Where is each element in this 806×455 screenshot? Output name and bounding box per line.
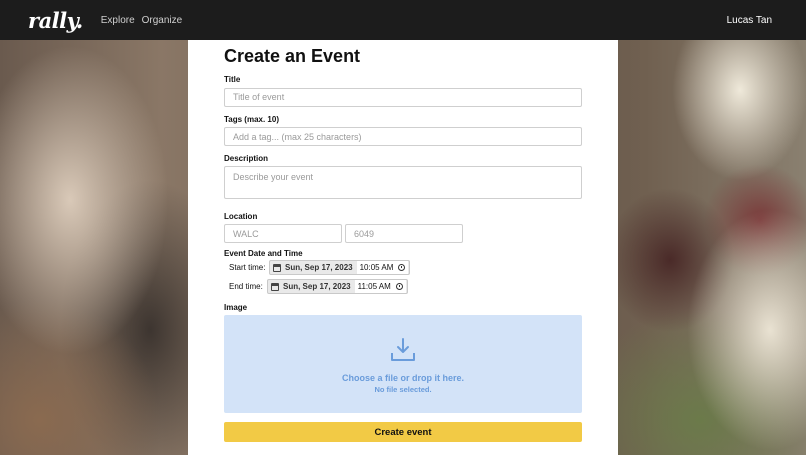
image-dropzone[interactable]: Choose a file or drop it here. No file s… — [224, 315, 582, 413]
start-datetime-picker[interactable]: Sun, Sep 17, 2023 10:05 AM — [269, 260, 411, 275]
calendar-icon[interactable] — [273, 263, 281, 272]
description-input[interactable] — [224, 166, 582, 199]
logo[interactable]: rally. — [28, 8, 83, 33]
location-building-input[interactable] — [224, 224, 342, 243]
clock-icon[interactable] — [395, 283, 403, 290]
tags-field: Tags (max. 10) — [224, 114, 582, 146]
end-time-box[interactable]: 11:05 AM — [354, 280, 406, 293]
datetime-label: Event Date and Time — [224, 249, 303, 258]
end-time-row: End time: Sun, Sep 17, 2023 11:05 AM — [229, 279, 582, 294]
start-time-row: Start time: Sun, Sep 17, 2023 10:05 AM — [229, 260, 582, 275]
title-input[interactable] — [224, 87, 582, 107]
user-menu[interactable]: Lucas Tan — [727, 15, 772, 26]
top-nav: rally. Explore Organize Lucas Tan — [0, 0, 806, 40]
description-field: Description — [224, 154, 582, 204]
calendar-icon[interactable] — [271, 282, 279, 291]
end-datetime-picker[interactable]: Sun, Sep 17, 2023 11:05 AM — [267, 279, 408, 294]
start-date-value[interactable]: Sun, Sep 17, 2023 — [285, 263, 353, 272]
end-time-value[interactable]: 11:05 AM — [358, 282, 391, 291]
location-label: Location — [224, 212, 258, 221]
start-time-box[interactable]: 10:05 AM — [356, 261, 409, 274]
description-label: Description — [224, 154, 269, 163]
image-label: Image — [224, 303, 248, 312]
download-icon — [391, 337, 415, 361]
title-field: Title — [224, 75, 582, 107]
create-event-button[interactable]: Create event — [224, 422, 582, 442]
location-room-input[interactable] — [345, 224, 463, 243]
tags-label: Tags (max. 10) — [224, 114, 279, 124]
end-date-value[interactable]: Sun, Sep 17, 2023 — [283, 282, 351, 291]
dropzone-status: No file selected. — [374, 384, 432, 394]
nav-link-explore[interactable]: Explore — [101, 15, 135, 26]
title-label: Title — [224, 75, 241, 84]
nav-link-organize[interactable]: Organize — [142, 15, 183, 26]
dropzone-instruction: Choose a file or drop it here. — [341, 372, 465, 383]
start-time-label: Start time: — [229, 263, 266, 272]
start-time-value[interactable]: 10:05 AM — [360, 263, 394, 272]
create-event-panel: Create an Event Title Tags (max. 10) Des… — [188, 40, 618, 455]
clock-icon[interactable] — [398, 264, 406, 271]
location-row — [224, 224, 582, 243]
end-time-label: End time: — [229, 282, 263, 291]
page-title: Create an Event — [224, 46, 361, 66]
tags-input[interactable] — [224, 127, 582, 146]
location-field: Location — [224, 212, 582, 243]
